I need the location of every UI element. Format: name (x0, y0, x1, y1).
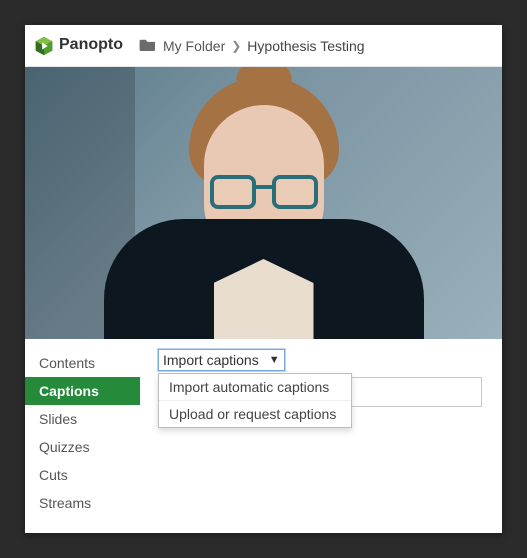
top-bar: Panopto My Folder ❯ Hypothesis Testing (25, 25, 502, 67)
breadcrumb-title[interactable]: Hypothesis Testing (247, 38, 364, 54)
sidebar-item-captions[interactable]: Captions (25, 377, 140, 405)
editor-sidebar: Contents Captions Slides Quizzes Cuts St… (25, 339, 140, 533)
editor-body: Contents Captions Slides Quizzes Cuts St… (25, 339, 502, 533)
menu-item-upload-request[interactable]: Upload or request captions (159, 400, 351, 427)
video-preview[interactable] (25, 67, 502, 339)
sidebar-item-quizzes[interactable]: Quizzes (25, 433, 140, 461)
breadcrumb-folder[interactable]: My Folder (163, 38, 225, 54)
import-captions-menu: Import automatic captions Upload or requ… (158, 373, 352, 428)
brand-name: Panopto (59, 36, 123, 54)
captions-panel: Import captions ▼ Import automatic capti… (140, 339, 502, 533)
sidebar-item-cuts[interactable]: Cuts (25, 461, 140, 489)
menu-item-import-automatic[interactable]: Import automatic captions (159, 374, 351, 400)
panopto-logo[interactable]: Panopto (33, 35, 123, 57)
sidebar-item-streams[interactable]: Streams (25, 489, 140, 517)
chevron-right-icon: ❯ (231, 39, 241, 53)
import-captions-dropdown[interactable]: Import captions ▼ (158, 349, 285, 371)
import-captions-label: Import captions (163, 352, 259, 368)
editor-panel: Panopto My Folder ❯ Hypothesis Testing C… (25, 25, 502, 533)
caret-down-icon: ▼ (269, 354, 280, 366)
sidebar-item-slides[interactable]: Slides (25, 405, 140, 433)
sidebar-item-contents[interactable]: Contents (25, 349, 140, 377)
folder-icon (139, 37, 157, 54)
panopto-logo-icon (33, 35, 55, 57)
